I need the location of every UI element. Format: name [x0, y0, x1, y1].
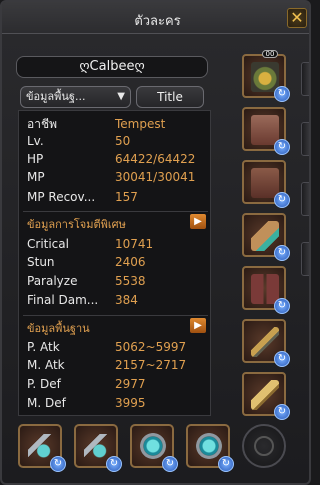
stat-label: Critical — [27, 237, 69, 251]
stat-value: 157 — [115, 190, 138, 204]
swap-icon[interactable]: ↻ — [50, 456, 66, 472]
gauntlet-icon — [251, 168, 279, 198]
pants-slot[interactable]: ↻ — [242, 266, 290, 314]
stat-label: HP — [27, 152, 44, 166]
stat-label: Paralyze — [27, 274, 78, 288]
weapon-off-slot[interactable]: ↻ — [242, 372, 290, 420]
ring-icon — [140, 433, 166, 459]
swap-icon[interactable]: ↻ — [274, 192, 290, 208]
stat-value: Tempest — [115, 117, 166, 131]
stat-value: 5062~5997 — [115, 340, 187, 354]
window-title: ตัวละคร — [134, 14, 181, 29]
expand-arrow-icon[interactable]: ▶ — [190, 318, 206, 333]
stat-label: M. Def — [27, 396, 66, 410]
stat-label: M. Atk — [27, 358, 65, 372]
special-attack-header: ข้อมูลการโจมตีพิเศษ ▶ — [23, 211, 208, 231]
section-title: ข้อมูลการโจมตีพิเศษ — [27, 218, 126, 231]
equipment-column: 00 ↻ ↻ ↻ ↻ ↻ ↻ ↻ — [242, 46, 292, 420]
bracer-icon — [251, 221, 279, 251]
stats-panel: อาชีพ Tempest Lv. 50 HP 64422/64422 MP 3… — [18, 110, 211, 416]
stat-label: Stun — [27, 255, 55, 269]
bracer-slot[interactable]: ↻ — [242, 213, 290, 261]
character-name: ღCalbeeღ — [16, 56, 208, 78]
earring-icon — [84, 434, 110, 460]
stat-value: 10741 — [115, 237, 154, 251]
stat-value: 384 — [115, 293, 138, 307]
character-window: ตัวละคร ✕ ღCalbeeღ ข้อมูลพื้นฐ... ▼ Titl… — [0, 0, 311, 485]
ring-icon — [196, 433, 222, 459]
swap-icon[interactable]: ↻ — [274, 86, 290, 102]
title-button[interactable]: Title — [136, 86, 204, 108]
weapon-main-slot[interactable]: ↻ — [242, 319, 290, 367]
chevron-down-icon: ▼ — [117, 91, 125, 102]
stat-label: MP — [27, 170, 45, 184]
stat-label: MP Recov... — [27, 190, 96, 204]
empty-accessory-slot[interactable] — [242, 424, 286, 468]
swap-icon[interactable]: ↻ — [218, 456, 234, 472]
swap-icon[interactable]: ↻ — [106, 456, 122, 472]
stat-value: 50 — [115, 134, 131, 148]
side-tab[interactable] — [301, 62, 309, 96]
blade-icon — [251, 380, 279, 410]
swap-icon[interactable]: ↻ — [274, 404, 290, 420]
stat-value: 30041/30041 — [115, 170, 196, 184]
stat-value: 3995 — [115, 396, 146, 410]
close-button[interactable]: ✕ — [287, 8, 307, 28]
info-dropdown[interactable]: ข้อมูลพื้นฐ... ▼ — [20, 86, 131, 108]
swap-icon[interactable]: ↻ — [274, 245, 290, 261]
swap-icon[interactable]: ↻ — [274, 298, 290, 314]
earring-icon — [28, 434, 54, 460]
stat-label: Final Dam... — [27, 293, 99, 307]
empty-slot-icon — [254, 436, 274, 456]
side-tab[interactable] — [301, 242, 309, 276]
accessory-row: ↻ ↻ ↻ ↻ — [18, 424, 288, 472]
earring-left-slot[interactable]: ↻ — [18, 424, 66, 472]
slot-badge: 00 — [262, 50, 278, 58]
stat-label: Lv. — [27, 134, 44, 148]
swap-icon[interactable]: ↻ — [274, 139, 290, 155]
stat-label: อาชีพ — [27, 117, 57, 131]
ring-right-slot[interactable]: ↻ — [186, 424, 234, 472]
swap-icon[interactable]: ↻ — [162, 456, 178, 472]
stat-value: 2406 — [115, 255, 146, 269]
winged-helmet-icon — [251, 62, 279, 92]
side-tab[interactable] — [301, 122, 309, 156]
armor-icon — [251, 115, 279, 145]
gloves-slot[interactable]: ↻ — [242, 160, 290, 208]
stat-label: P. Def — [27, 377, 61, 391]
stat-value: 64422/64422 — [115, 152, 196, 166]
earring-right-slot[interactable]: ↻ — [74, 424, 122, 472]
stat-value: 5538 — [115, 274, 146, 288]
leggings-icon — [251, 274, 279, 304]
dropdown-label: ข้อมูลพื้นฐ... — [26, 90, 86, 103]
stat-label: P. Atk — [27, 340, 60, 354]
section-title: ข้อมูลพื้นฐาน — [27, 322, 90, 335]
armor-slot[interactable]: ↻ — [242, 107, 290, 155]
title-bar[interactable]: ตัวละคร ✕ — [2, 2, 309, 34]
swap-icon[interactable]: ↻ — [274, 351, 290, 367]
dagger-icon — [251, 327, 279, 357]
basic-stats-header: ข้อมูลพื้นฐาน ▶ — [23, 315, 208, 335]
helmet-slot[interactable]: 00 ↻ — [242, 50, 290, 102]
expand-arrow-icon[interactable]: ▶ — [190, 214, 206, 229]
stat-value: 2157~2717 — [115, 358, 187, 372]
side-tab[interactable] — [301, 182, 309, 216]
ring-left-slot[interactable]: ↻ — [130, 424, 178, 472]
stat-value: 2977 — [115, 377, 146, 391]
